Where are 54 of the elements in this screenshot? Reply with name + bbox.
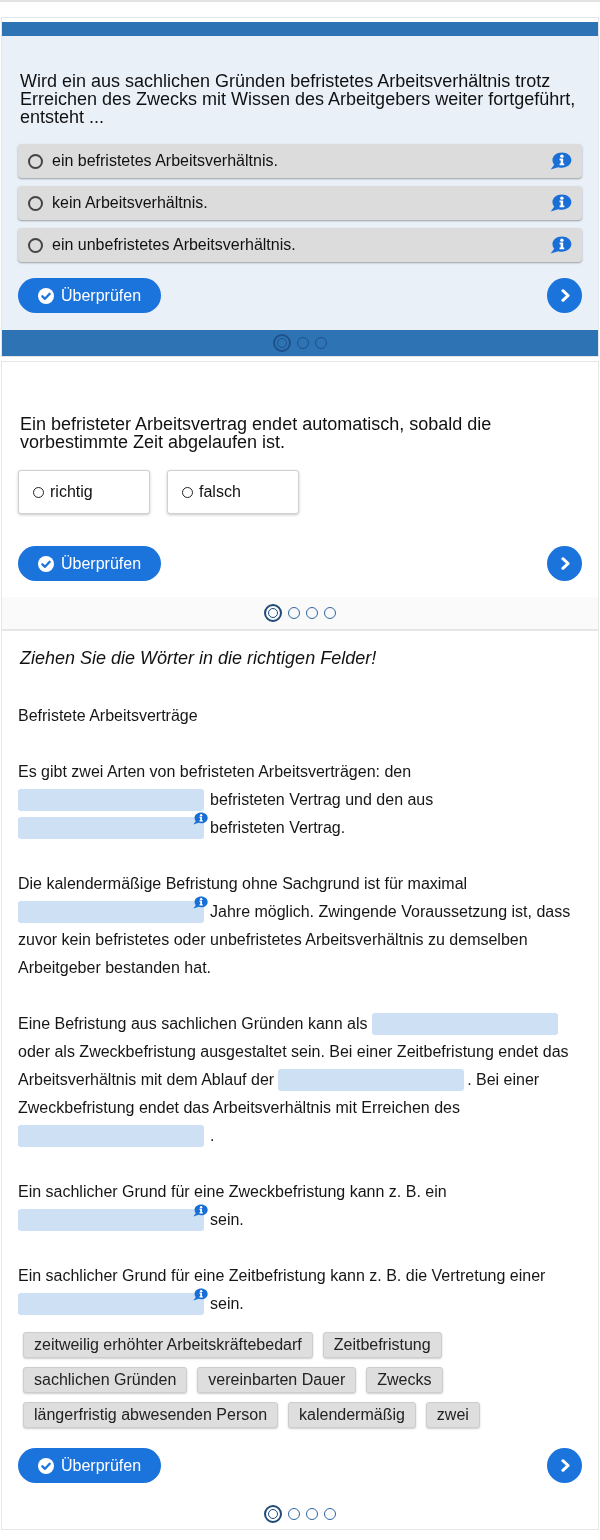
cloze-text: zuvor kein befristetes oder unbefristetes Arbeitsverhältnis zu demselben bbox=[18, 930, 528, 950]
chevron-right-icon bbox=[561, 289, 570, 302]
word-chip[interactable]: zeitweilig erhöhter Arbeitskräftebedarf bbox=[23, 1332, 313, 1358]
check-button[interactable]: Überprüfen bbox=[18, 278, 162, 313]
answer-option[interactable]: ein unbefristetes Arbeitsverhältnis. bbox=[18, 228, 582, 262]
cloze-text: . Bei einer bbox=[467, 1070, 540, 1090]
next-button[interactable] bbox=[547, 1448, 582, 1483]
word-chip[interactable]: zwei bbox=[425, 1402, 480, 1428]
word-chip[interactable]: Zeitbefristung bbox=[322, 1332, 442, 1358]
next-button[interactable] bbox=[547, 278, 582, 313]
next-button[interactable] bbox=[547, 546, 582, 581]
chevron-right-icon bbox=[561, 557, 570, 570]
cloze-text: Es gibt zwei Arten von befristeten Arbeitsverträgen: den bbox=[18, 762, 412, 782]
answer-option[interactable]: falsch bbox=[167, 470, 299, 514]
check-button[interactable]: Überprüfen bbox=[18, 1448, 162, 1483]
cloze-text: befristeten Vertrag. bbox=[210, 818, 346, 838]
heading-text: Befristete Arbeitsverträge bbox=[18, 706, 199, 726]
chevron-right-icon bbox=[561, 1459, 570, 1472]
cloze-text: Zweckbefristung endet das Arbeitsverhältnis mit Erreichen des bbox=[18, 1098, 460, 1118]
cloze-text: oder als Zweckbefristung ausgestaltet sein. Bei einer Zeitbefristung endet das bbox=[18, 1042, 569, 1062]
cloze-text: sein. bbox=[210, 1210, 244, 1230]
answer-option[interactable]: richtig bbox=[18, 470, 150, 514]
cloze-text: Jahre möglich. Zwingende Voraussetzung ist, dass bbox=[210, 902, 571, 922]
cloze-text: Arbeitsverhältnis mit dem Ablauf der bbox=[18, 1070, 275, 1090]
word-chip[interactable]: vereinbarten Dauer bbox=[197, 1367, 357, 1393]
cloze-text: . bbox=[210, 1126, 215, 1146]
answer-option[interactable]: kein Arbeitsverhältnis. bbox=[18, 186, 582, 220]
check-circle-icon bbox=[38, 1457, 54, 1474]
cloze-text: Ein sachlicher Grund für eine Zeitbefristung kann z. B. die Vertretung einer bbox=[18, 1266, 546, 1286]
drop-field[interactable] bbox=[18, 1125, 204, 1147]
instruction-text: Ziehen Sie die Wörter in die richtigen Felder! bbox=[20, 647, 378, 669]
cloze-text: Eine Befristung aus sachlichen Gründen kann als bbox=[18, 1014, 368, 1034]
word-chip[interactable]: sachlichen Gründen bbox=[23, 1367, 188, 1393]
cloze-text: Die kalendermäßige Befristung ohne Sachgrund ist für maximal bbox=[18, 874, 468, 894]
word-chip[interactable]: kalendermäßig bbox=[288, 1402, 416, 1428]
drop-field[interactable] bbox=[278, 1069, 465, 1091]
word-chip[interactable]: längerfristig abwesenden Person bbox=[23, 1402, 279, 1428]
answer-option[interactable]: ein befristetes Arbeitsverhältnis. bbox=[18, 144, 582, 178]
cloze-text: Arbeitgeber bestanden hat. bbox=[18, 958, 212, 978]
drop-field[interactable] bbox=[18, 1293, 204, 1315]
question-text: Ein befristeter Arbeitsvertrag endet automatisch, sobald die vorbestimmte Zeit abgelaufen ist. bbox=[20, 415, 493, 451]
check-button[interactable]: Überprüfen bbox=[18, 546, 162, 581]
cloze-text: Ein sachlicher Grund für eine Zweckbefristung kann z. B. ein bbox=[18, 1182, 447, 1202]
cloze-text: befristeten Vertrag und den aus bbox=[210, 790, 434, 810]
drop-field[interactable] bbox=[18, 901, 204, 923]
check-circle-icon bbox=[38, 555, 54, 572]
drop-field[interactable] bbox=[371, 1013, 558, 1035]
drop-field[interactable] bbox=[18, 817, 204, 839]
drop-field[interactable] bbox=[18, 1209, 204, 1231]
question-text: Wird ein aus sachlichen Gründen befristetes Arbeitsverhältnis trotz Erreichen des Zwecks mit Wissen des Arbeitgebers weiter fortgeführt, entsteht ... bbox=[20, 72, 577, 126]
drop-field[interactable] bbox=[18, 789, 204, 811]
cloze-text: sein. bbox=[210, 1294, 244, 1314]
check-circle-icon bbox=[38, 287, 54, 304]
word-chip[interactable]: Zwecks bbox=[366, 1367, 443, 1393]
